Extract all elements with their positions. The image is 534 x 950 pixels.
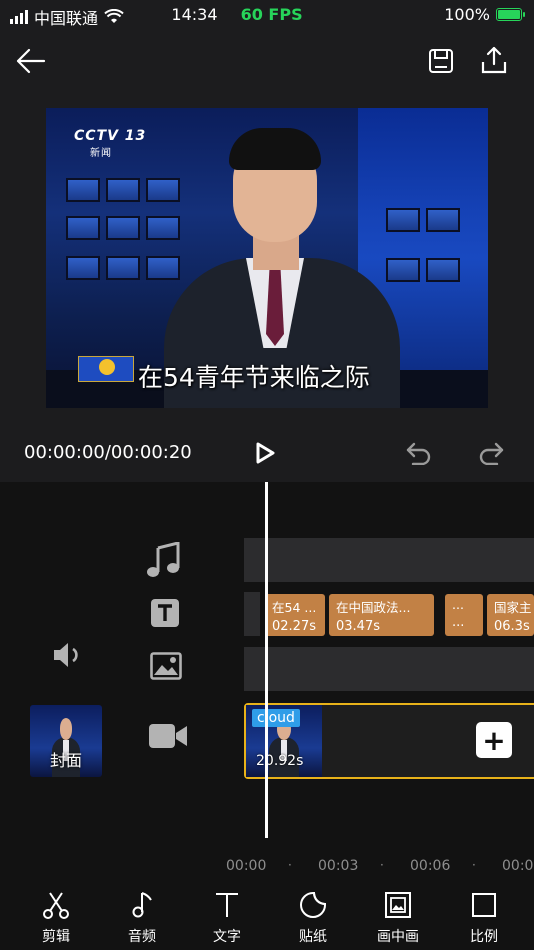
video-camera-icon — [149, 724, 187, 748]
play-icon — [256, 442, 275, 464]
undo-button[interactable] — [402, 436, 436, 470]
video-track-clip[interactable]: cloud 20.92s + — [244, 703, 534, 779]
status-right: 100% — [444, 5, 525, 24]
video-subtitle: 在54青年节来临之际 — [138, 363, 370, 392]
ruler-tick: 00:06 — [410, 858, 451, 874]
add-clip-button[interactable]: + — [476, 722, 512, 758]
music-track[interactable] — [244, 538, 534, 582]
ruler-dot: · — [472, 858, 476, 872]
share-upload-icon — [481, 46, 507, 74]
plus-icon: + — [482, 723, 506, 757]
sticker-track-button[interactable] — [150, 652, 182, 684]
time-ruler: 00:00 · 00:03 · 00:06 · 00:09 — [0, 858, 534, 878]
tool-sticker[interactable]: 贴纸 — [278, 890, 348, 946]
status-bar: 中国联通 14:34 60 FPS 100% — [0, 0, 534, 30]
text-track-icon — [151, 599, 179, 627]
aspect-ratio-icon — [472, 893, 496, 917]
channel-logo: CCTV 13 新闻 — [74, 128, 147, 159]
ruler-tick: 00:09 — [502, 858, 534, 874]
fps-indicator: 60 FPS — [240, 5, 303, 24]
text-icon — [216, 893, 238, 917]
battery-icon — [496, 8, 525, 21]
tool-ratio[interactable]: 比例 — [449, 890, 519, 946]
playhead[interactable] — [265, 482, 268, 838]
bottom-toolbar: 剪辑 音频 文字 贴纸 画中画 比例 — [0, 882, 534, 950]
video-clip-duration: 20.92s — [256, 753, 304, 769]
ruler-dot: · — [380, 858, 384, 872]
export-button[interactable] — [476, 42, 512, 78]
cloud-tag: cloud — [252, 709, 300, 727]
image-sticker-icon — [150, 652, 182, 680]
battery-percent: 100% — [444, 5, 490, 24]
sticker-icon — [300, 892, 326, 918]
text-track — [244, 592, 260, 636]
news-program-logo — [78, 356, 134, 382]
back-button[interactable] — [14, 44, 48, 78]
text-clip[interactable]: 国家主 06.3s — [487, 594, 534, 636]
clock: 14:34 — [171, 5, 218, 24]
arrow-left-icon — [16, 48, 46, 74]
cover-label: 封面 — [49, 751, 82, 770]
text-clip[interactable]: ... ... — [445, 594, 483, 636]
sticker-track[interactable] — [244, 647, 534, 691]
ruler-tick: 00:03 — [318, 858, 359, 874]
preview-area: CCTV 13 新闻 在54青年节来临之际 — [0, 108, 534, 408]
tool-pip[interactable]: 画中画 — [363, 890, 433, 946]
undo-icon — [406, 442, 431, 465]
volume-button[interactable] — [52, 640, 84, 674]
play-button[interactable] — [248, 436, 282, 470]
save-button[interactable] — [424, 44, 458, 78]
timecode: 00:00:00/00:00:20 — [24, 442, 192, 463]
ruler-dot: · — [288, 858, 292, 872]
cover-thumbnail[interactable]: 封面 — [30, 705, 102, 777]
editor-header — [0, 30, 534, 108]
save-icon — [429, 49, 453, 73]
music-note-icon — [147, 541, 180, 577]
timeline: 在54 ... 02.27s 在中国政法... 03.47s ... ... 国… — [0, 482, 534, 882]
redo-icon — [479, 442, 504, 465]
tool-text[interactable]: 文字 — [192, 890, 262, 946]
redo-button[interactable] — [474, 436, 508, 470]
playback-controls: 00:00:00/00:00:20 — [0, 408, 534, 482]
text-track-button[interactable] — [150, 598, 180, 632]
ruler-tick: 00:00 — [226, 858, 267, 874]
picture-in-picture-icon — [385, 892, 411, 918]
music-track-button[interactable] — [146, 541, 180, 582]
text-clip[interactable]: 在中国政法... 03.47s — [329, 594, 434, 636]
scissors-icon — [43, 892, 69, 919]
text-clip[interactable]: 在54 ... 02.27s — [265, 594, 325, 636]
tool-audio[interactable]: 音频 — [107, 890, 177, 946]
video-track-button[interactable] — [148, 722, 188, 754]
video-preview[interactable]: CCTV 13 新闻 在54青年节来临之际 — [46, 108, 488, 408]
music-note-icon — [132, 892, 152, 918]
volume-icon — [54, 643, 78, 667]
tool-edit[interactable]: 剪辑 — [21, 890, 91, 946]
